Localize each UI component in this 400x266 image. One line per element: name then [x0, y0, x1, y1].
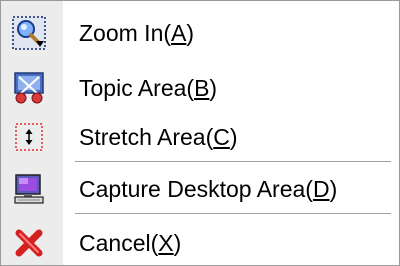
- menu-separator: [75, 213, 391, 215]
- zoom-in-icon: [10, 14, 48, 52]
- menu-item-label: Topic Area(B): [79, 75, 218, 101]
- cancel-icon: [10, 224, 48, 262]
- menu-item-cancel[interactable]: Cancel(X): [1, 223, 399, 263]
- topic-area-icon: [10, 69, 48, 107]
- menu-item-label: Stretch Area(C): [79, 124, 238, 150]
- capture-desktop-icon: [10, 170, 48, 208]
- menu-item-topic-area[interactable]: Topic Area(B): [1, 68, 399, 108]
- menu-item-stretch-area[interactable]: Stretch Area(C): [1, 117, 399, 157]
- menu-item-label: Zoom In(A): [79, 20, 195, 46]
- menu-item-capture-desktop-area[interactable]: Capture Desktop Area(D): [1, 169, 399, 209]
- stretch-area-icon: [10, 118, 48, 156]
- menu-item-zoom-in[interactable]: Zoom In(A): [1, 13, 399, 53]
- context-menu: Zoom In(A) Topic Area(B) Stretch Area(C)…: [0, 0, 400, 266]
- menu-separator: [75, 161, 391, 163]
- menu-item-label: Cancel(X): [79, 230, 182, 256]
- menu-item-label: Capture Desktop Area(D): [79, 176, 338, 202]
